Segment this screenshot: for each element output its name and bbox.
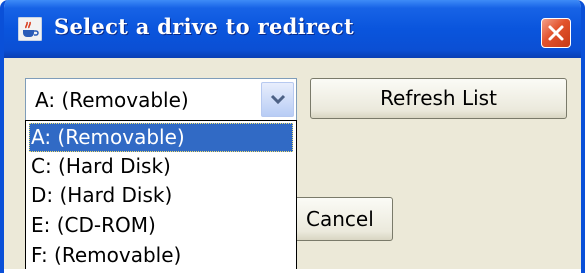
drive-select-value: A: (Removable) [35, 88, 189, 112]
close-x-icon [548, 25, 564, 41]
title-bar[interactable]: Select a drive to redirect [4, 0, 581, 58]
dialog-window: Select a drive to redirect A: (Removable… [0, 0, 585, 273]
chevron-down-icon [270, 94, 286, 105]
close-button[interactable] [541, 18, 571, 48]
cancel-button[interactable]: Cancel [292, 197, 393, 241]
drive-option-d[interactable]: D: (Hard Disk) [29, 181, 293, 210]
drive-select[interactable]: A: (Removable) [25, 78, 297, 121]
drive-select-arrow-button[interactable] [261, 82, 294, 117]
refresh-list-button[interactable]: Refresh List [310, 78, 567, 119]
window-title: Select a drive to redirect [54, 14, 354, 39]
java-coffee-cup-icon [17, 16, 43, 42]
drive-option-a[interactable]: A: (Removable) [29, 123, 293, 152]
drive-dropdown-list: A: (Removable) C: (Hard Disk) D: (Hard D… [25, 120, 297, 273]
drive-option-e[interactable]: E: (CD-ROM) [29, 211, 293, 240]
drive-option-f[interactable]: F: (Removable) [29, 241, 293, 270]
drive-option-c[interactable]: C: (Hard Disk) [29, 152, 293, 181]
window-bottom-edge [4, 269, 581, 273]
